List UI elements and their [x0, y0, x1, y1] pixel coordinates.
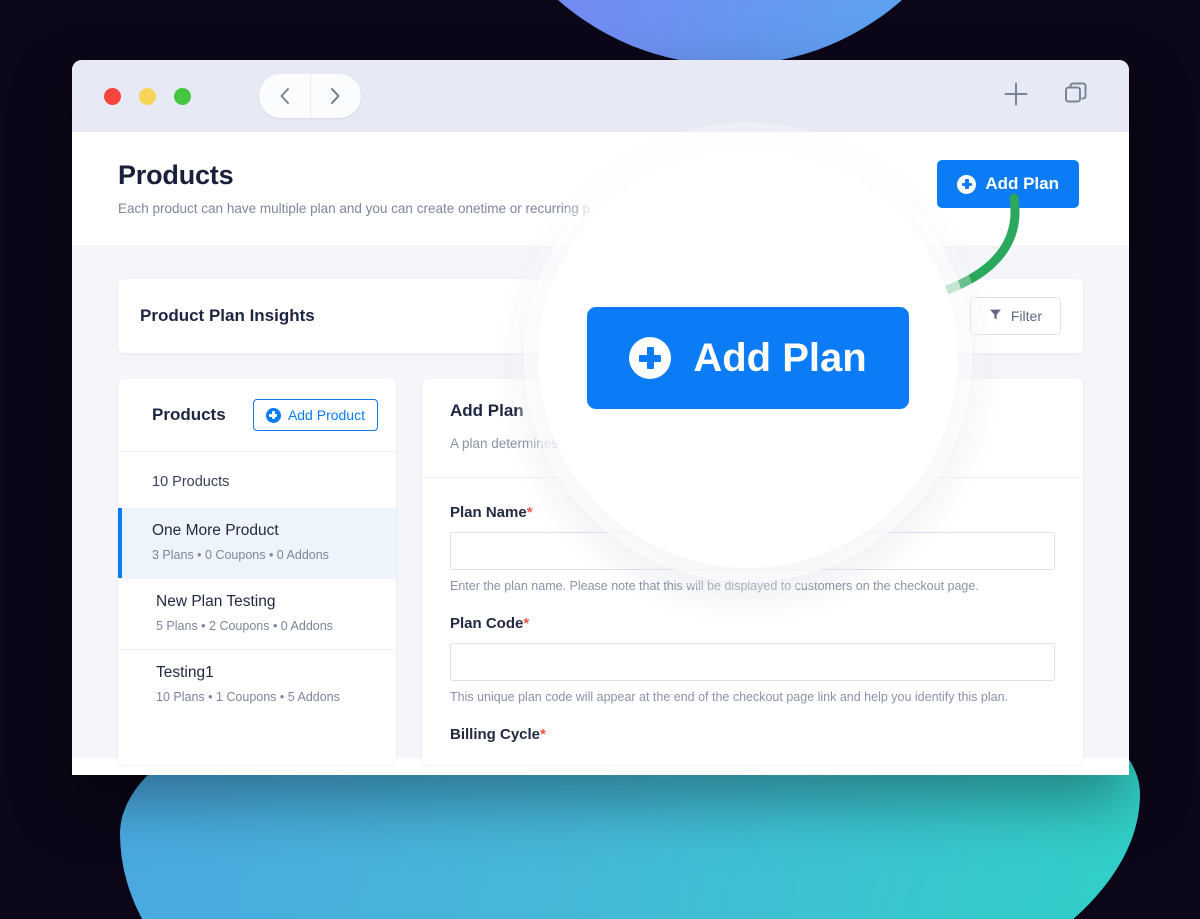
magnified-add-plan-label: Add Plan: [693, 335, 867, 380]
product-name: New Plan Testing: [156, 593, 276, 610]
products-panel-title: Products: [152, 405, 226, 424]
required-asterisk: *: [523, 615, 530, 633]
minimize-window-button[interactable]: [139, 87, 156, 105]
product-meta: 10 Plans • 1 Coupons • 5 Addons: [156, 690, 340, 704]
funnel-icon: [989, 308, 1002, 324]
plan-name-label-text: Plan Name: [450, 504, 527, 522]
product-list-item[interactable]: One More Product 3 Plans • 0 Coupons • 0…: [118, 508, 396, 578]
plan-name-label: Plan Name*: [450, 504, 1055, 521]
copy-tabs-icon: [1063, 81, 1089, 112]
billing-cycle-label: Billing Cycle*: [450, 726, 1055, 743]
insights-title: Product Plan Insights: [140, 306, 315, 325]
plus-circle-icon: [957, 174, 977, 194]
background-blob-top: [470, 0, 990, 65]
chevron-left-icon: [278, 86, 291, 106]
page-header-text: Products Each product can have multiple …: [118, 160, 937, 216]
product-meta: 5 Plans • 2 Coupons • 0 Addons: [156, 619, 333, 633]
plan-code-label-text: Plan Code: [450, 615, 524, 633]
maximize-window-button[interactable]: [174, 87, 191, 105]
plan-code-field-group: Plan Code* This unique plan code will ap…: [450, 615, 1055, 704]
product-name: One More Product: [152, 522, 279, 539]
add-plan-panel: Add Plan A plan determines ho ring payme…: [422, 379, 1083, 766]
plan-code-input[interactable]: [450, 643, 1055, 682]
required-asterisk: *: [526, 504, 533, 522]
back-button[interactable]: [259, 74, 310, 118]
add-plan-form: Plan Name* Enter the plan name. Please n…: [422, 478, 1083, 743]
page-subtitle: Each product can have multiple plan and …: [118, 201, 591, 216]
product-list-item[interactable]: Testing1 10 Plans • 1 Coupons • 5 Addons: [118, 649, 396, 720]
plan-code-hint: This unique plan code will appear at the…: [450, 690, 1009, 705]
screenshot-stage: Products Each product can have multiple …: [0, 0, 1200, 919]
magnified-add-plan-button[interactable]: Add Plan: [587, 307, 909, 409]
forward-button[interactable]: [309, 74, 362, 118]
plan-name-input[interactable]: [450, 532, 1055, 571]
page-header: Products Each product can have multiple …: [72, 132, 1129, 247]
add-plan-description: A plan determines ho ring payments,colle…: [450, 436, 850, 451]
plus-circle-icon: [629, 337, 672, 379]
navigation-pill: [259, 74, 361, 118]
chevron-right-icon: [329, 86, 342, 106]
add-plan-button-label: Add Plan: [985, 174, 1059, 193]
close-window-button[interactable]: [104, 87, 121, 105]
billing-cycle-label-text: Billing Cycle: [450, 726, 541, 744]
new-tab-button[interactable]: [1003, 81, 1029, 112]
content-columns: Products Add Product 10 Products One Mor…: [118, 379, 1083, 766]
products-panel: Products Add Product 10 Products One Mor…: [118, 379, 396, 766]
browser-chrome: [72, 60, 1129, 132]
add-product-button[interactable]: Add Product: [252, 399, 378, 431]
plan-name-field-group: Plan Name* Enter the plan name. Please n…: [450, 504, 1055, 593]
traffic-lights: [104, 87, 191, 105]
products-count-label: 10 Products: [152, 474, 230, 490]
billing-cycle-field-group: Billing Cycle*: [450, 726, 1055, 743]
products-panel-header: Products Add Product: [118, 379, 396, 452]
page-title: Products: [118, 160, 234, 190]
add-plan-button[interactable]: Add Plan: [937, 160, 1079, 208]
chrome-actions: [1003, 81, 1103, 112]
filter-button[interactable]: Filter: [969, 297, 1061, 335]
show-tabs-button[interactable]: [1063, 81, 1089, 112]
browser-window: Products Each product can have multiple …: [72, 60, 1129, 775]
add-product-button-label: Add Product: [287, 407, 365, 423]
product-name: Testing1: [156, 664, 214, 681]
plan-code-label: Plan Code*: [450, 615, 1055, 632]
product-meta: 3 Plans • 0 Coupons • 0 Addons: [152, 548, 329, 562]
plan-name-hint: Enter the plan name. Please note that th…: [450, 579, 979, 594]
required-asterisk: *: [540, 726, 546, 744]
product-list-item[interactable]: New Plan Testing 5 Plans • 2 Coupons • 0…: [118, 578, 396, 649]
filter-button-label: Filter: [1010, 308, 1042, 324]
plus-circle-icon: [265, 407, 281, 423]
plus-icon: [1003, 81, 1029, 112]
